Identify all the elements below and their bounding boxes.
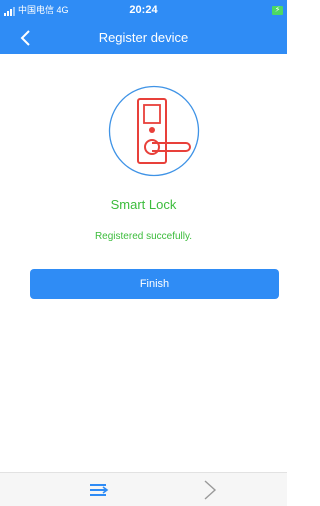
device-name: Smart Lock — [110, 197, 177, 212]
registration-status: Registered succefully. — [94, 231, 193, 242]
finish-button[interactable]: Finish — [30, 269, 279, 299]
chevron-left-icon — [20, 30, 30, 46]
nav-bar: Register device — [0, 22, 287, 54]
smart-lock-icon — [108, 85, 200, 177]
battery-charging-icon: ⚡ — [272, 5, 283, 15]
status-bar: 中国电信 4G 20:24 ⚡ — [0, 0, 287, 22]
chevron-right-icon — [204, 480, 217, 500]
page-title: Register device — [98, 30, 189, 45]
bottom-toolbar — [0, 472, 287, 506]
back-button[interactable] — [14, 26, 38, 50]
menu-button[interactable] — [88, 480, 110, 500]
forward-button[interactable] — [201, 478, 219, 502]
clock: 20:24 — [129, 4, 158, 16]
menu-icon — [90, 484, 109, 496]
